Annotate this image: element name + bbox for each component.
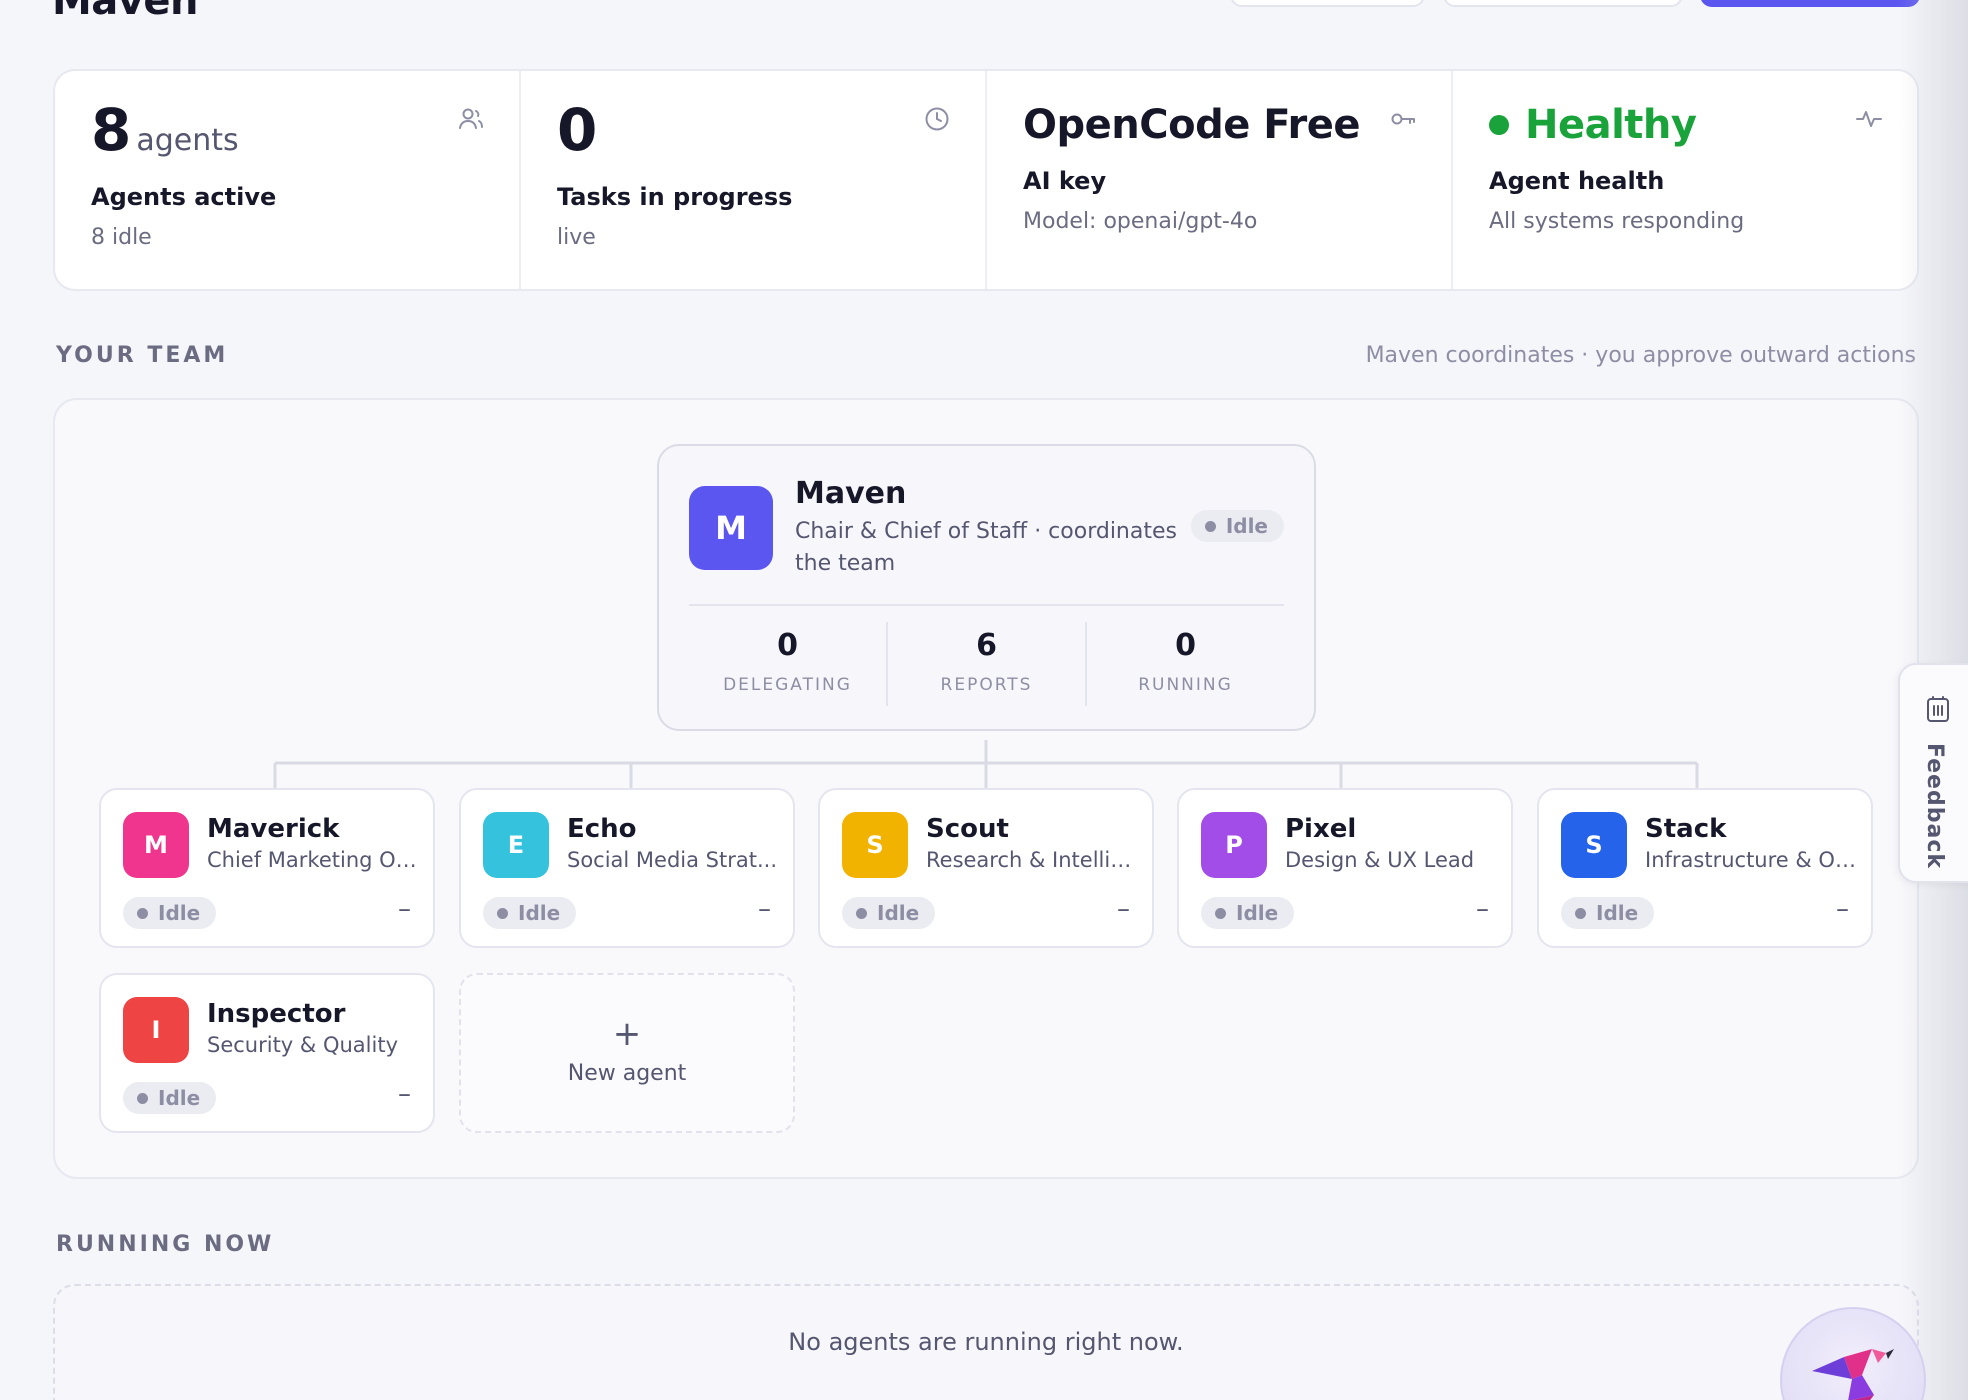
new-agent-button[interactable]: + New agent <box>459 973 795 1133</box>
feedback-icon <box>1927 696 1949 722</box>
agent-activity: – <box>1117 894 1130 924</box>
agent-activity: – <box>1836 894 1849 924</box>
status-badge: Idle <box>1190 510 1284 542</box>
agent-role: Design & UX Lead <box>1285 848 1475 872</box>
agent-name: Scout <box>926 814 1009 844</box>
feedback-label: Feedback <box>1922 743 1947 869</box>
chair-card-maven[interactable]: M Maven Chair & Chief of Staff · coordin… <box>657 444 1316 731</box>
agent-role: Infrastructure & Ops <box>1645 848 1857 872</box>
page: Maven 8 agents Agents active 8 idle 0 Tas… <box>0 0 1968 1400</box>
agent-activity: – <box>398 1079 411 1109</box>
new-agent-label: New agent <box>567 1061 687 1086</box>
avatar: E <box>483 812 549 878</box>
agent-role: Chair & Chief of Staff · coordinates the… <box>795 519 1177 576</box>
running-empty-text: No agents are running right now. <box>788 1328 1184 1356</box>
agent-name: Maverick <box>207 814 340 844</box>
avatar: M <box>123 812 189 878</box>
running-panel: No agents are running right now. <box>53 1284 1919 1400</box>
agent-name: Echo <box>567 814 637 844</box>
status-badge: Idle <box>123 897 217 929</box>
avatar: M <box>689 486 773 570</box>
status-badge: Idle <box>1201 897 1295 929</box>
feedback-tab[interactable]: Feedback <box>1898 663 1968 883</box>
avatar: P <box>1201 812 1267 878</box>
avatar: S <box>842 812 908 878</box>
agent-role: Research & Intellig... <box>926 848 1138 872</box>
agent-card-pixel[interactable]: P Pixel Design & UX Lead Idle – <box>1177 788 1513 948</box>
agent-name: Stack <box>1645 814 1727 844</box>
agent-role: Security & Quality <box>207 1033 398 1057</box>
agent-name: Inspector <box>207 999 346 1029</box>
avatar: S <box>1561 812 1627 878</box>
divider <box>689 604 1284 606</box>
agent-name: Pixel <box>1285 814 1357 844</box>
agent-card-echo[interactable]: E Echo Social Media Strat... Idle – <box>459 788 795 948</box>
agent-activity: – <box>758 894 771 924</box>
bird-icon <box>1812 1349 1894 1400</box>
running-heading: RUNNING NOW <box>56 1232 275 1257</box>
assistant-bird-button[interactable] <box>1780 1307 1926 1400</box>
agent-name: Maven <box>795 476 907 511</box>
agent-role: Chief Marketing Of... <box>207 848 419 872</box>
plus-icon: + <box>612 1014 642 1054</box>
agent-activity: – <box>1476 894 1489 924</box>
agent-card-inspector[interactable]: I Inspector Security & Quality Idle – <box>99 973 435 1133</box>
agent-card-stack[interactable]: S Stack Infrastructure & Ops Idle – <box>1537 788 1873 948</box>
status-badge: Idle <box>123 1082 217 1114</box>
status-badge: Idle <box>1561 897 1655 929</box>
metric-running: 0 RUNNING <box>1138 628 1233 695</box>
metric-delegating: 0 DELEGATING <box>689 622 888 706</box>
status-badge: Idle <box>483 897 577 929</box>
agent-card-scout[interactable]: S Scout Research & Intellig... Idle – <box>818 788 1154 948</box>
agent-card-maverick[interactable]: M Maverick Chief Marketing Of... Idle – <box>99 788 435 948</box>
agent-role: Social Media Strat... <box>567 848 778 872</box>
status-badge: Idle <box>842 897 936 929</box>
metric-reports: 6 REPORTS <box>888 622 1087 706</box>
avatar: I <box>123 997 189 1063</box>
agent-activity: – <box>398 894 411 924</box>
chair-metrics: 0 DELEGATING 6 REPORTS 0 RUNNING <box>689 622 1284 706</box>
